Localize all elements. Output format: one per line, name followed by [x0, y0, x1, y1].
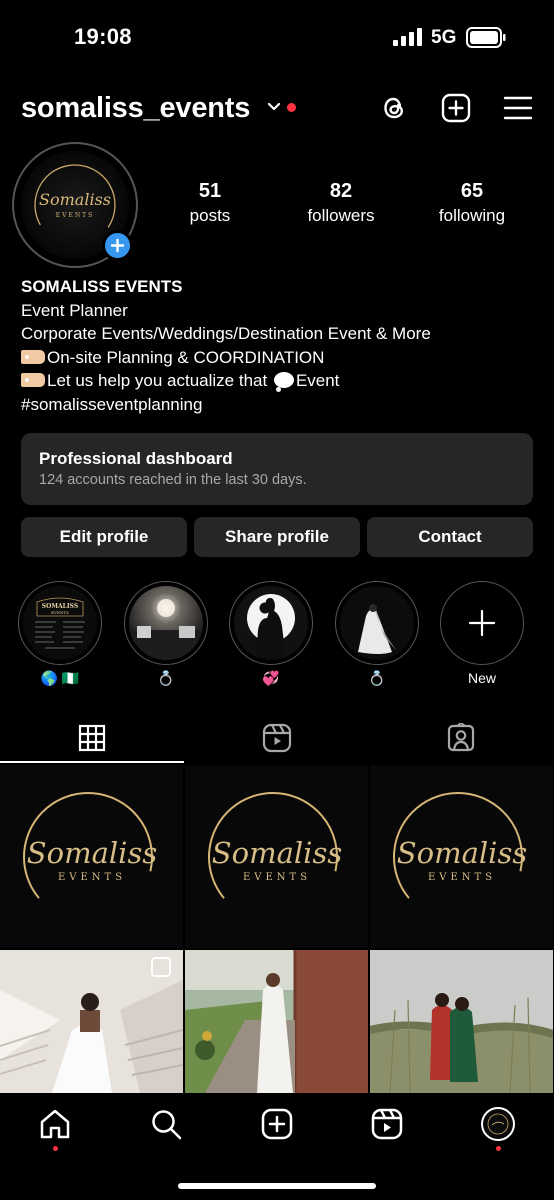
network-type: 5G — [431, 27, 457, 48]
somaliss-logo-post: Somaliss EVENTS — [185, 765, 368, 948]
dashboard-title: Professional dashboard — [39, 449, 233, 468]
highlight-item[interactable]: SOMALISS EVENTS 🌎 🇳🇬 — [18, 581, 102, 687]
tagged-person-icon — [447, 723, 475, 752]
highlight-thumbnail — [129, 586, 203, 660]
followers-label: followers — [307, 206, 375, 225]
somaliss-logo-post: Somaliss EVENTS — [0, 765, 183, 948]
svg-text:EVENTS: EVENTS — [243, 872, 311, 883]
svg-text:EVENTS: EVENTS — [51, 610, 69, 615]
bride-garden-photo — [185, 950, 368, 1093]
new-highlight-button[interactable]: New — [440, 581, 524, 687]
thought-bubble-icon — [273, 372, 294, 392]
svg-text:Somaliss: Somaliss — [212, 836, 342, 870]
highlight-thumbnail — [340, 586, 414, 660]
bio-line-1: Corporate Events/Weddings/Destination Ev… — [21, 324, 431, 343]
followers-stat[interactable]: 82 followers — [281, 180, 401, 226]
contact-button[interactable]: Contact — [367, 517, 533, 557]
highlight-item[interactable]: 💍 — [335, 581, 419, 687]
menu-icon[interactable] — [503, 93, 533, 123]
followers-count: 82 — [329, 180, 353, 202]
battery-icon — [466, 27, 506, 48]
highlight-caption: 💍 — [368, 670, 386, 686]
threads-icon[interactable] — [379, 93, 409, 123]
svg-text:Somaliss: Somaliss — [397, 836, 527, 870]
grid-post[interactable] — [0, 950, 183, 1093]
tab-tagged[interactable] — [369, 712, 553, 764]
highlight-caption: 🌎 🇳🇬 — [40, 670, 80, 686]
category-label: Event Planner — [21, 300, 128, 320]
grid-post[interactable]: Somaliss EVENTS — [185, 765, 368, 948]
reels-icon[interactable] — [370, 1107, 404, 1141]
grid-icon — [78, 724, 106, 752]
bio-line-3: Let us help you actualize that Event — [21, 369, 541, 393]
bio-hashtag[interactable]: #somalisseventplanning — [21, 393, 541, 417]
svg-text:EVENTS: EVENTS — [58, 872, 126, 883]
posts-count: 51 — [198, 180, 222, 202]
dashboard-subtitle: 124 accounts reached in the last 30 days… — [39, 472, 307, 488]
active-tab-indicator — [0, 761, 184, 763]
home-indicator — [178, 1183, 376, 1189]
tab-reels[interactable] — [185, 712, 369, 764]
highlight-caption: New — [467, 670, 496, 686]
status-bar: 19:08 5G — [0, 0, 554, 76]
grid-post[interactable]: Somaliss EVENTS — [370, 765, 553, 948]
reels-icon — [262, 723, 292, 753]
somaliss-logo-mini — [487, 1113, 509, 1135]
following-count: 65 — [460, 180, 484, 202]
svg-text:SOMALISS: SOMALISS — [42, 603, 78, 610]
notification-dot — [287, 103, 296, 112]
posts-label: posts — [189, 206, 231, 225]
label-tag-icon — [21, 373, 45, 387]
status-time: 19:08 — [74, 24, 132, 49]
home-icon[interactable] — [38, 1107, 72, 1141]
following-label: following — [438, 206, 506, 225]
profile-avatar-tab[interactable] — [481, 1107, 515, 1141]
highlight-caption: 💍 — [157, 670, 175, 686]
notification-dot — [496, 1146, 501, 1151]
professional-dashboard[interactable]: Professional dashboard 124 accounts reac… — [21, 433, 533, 505]
edit-profile-button[interactable]: Edit profile — [21, 517, 187, 557]
grid-post[interactable] — [185, 950, 368, 1093]
bio-line-2: On-site Planning & COORDINATION — [21, 346, 541, 370]
profile-header: somaliss_events — [0, 86, 554, 132]
following-stat[interactable]: 65 following — [412, 180, 532, 226]
notification-dot — [53, 1146, 58, 1151]
label-tag-icon — [21, 349, 45, 364]
cell-signal-icon — [393, 28, 422, 46]
plus-icon — [468, 609, 496, 637]
create-post-icon[interactable] — [260, 1107, 294, 1141]
highlight-item[interactable]: 💞 — [229, 581, 313, 687]
grid-post[interactable] — [370, 950, 553, 1093]
display-name: SOMALISS EVENTS — [21, 277, 183, 296]
highlight-thumbnail: SOMALISS EVENTS — [23, 586, 97, 660]
highlight-item[interactable]: 💍 — [124, 581, 208, 687]
username-switcher[interactable]: somaliss_events — [21, 92, 250, 125]
svg-text:EVENTS: EVENTS — [428, 872, 496, 883]
svg-text:EVENTS: EVENTS — [56, 212, 94, 219]
bride-stairs-photo — [0, 950, 183, 1093]
highlight-thumbnail — [234, 586, 308, 660]
tab-posts-grid[interactable] — [0, 712, 184, 764]
plus-icon — [110, 238, 125, 253]
svg-text:Somaliss: Somaliss — [27, 836, 157, 870]
add-story-button[interactable] — [102, 230, 133, 261]
chevron-down-icon[interactable] — [266, 99, 282, 115]
svg-text:Somaliss: Somaliss — [39, 190, 111, 209]
grid-post[interactable]: Somaliss EVENTS — [0, 765, 183, 948]
couple-field-photo — [370, 950, 553, 1093]
profile-bio: SOMALISS EVENTS Event Planner Corporate … — [21, 275, 541, 416]
highlight-caption: 💞 — [262, 670, 280, 686]
share-profile-button[interactable]: Share profile — [194, 517, 360, 557]
search-icon[interactable] — [149, 1107, 183, 1141]
posts-stat[interactable]: 51 posts — [150, 180, 270, 226]
new-post-icon[interactable] — [441, 93, 471, 123]
somaliss-logo-post: Somaliss EVENTS — [370, 765, 553, 948]
content-tabs — [0, 712, 554, 764]
